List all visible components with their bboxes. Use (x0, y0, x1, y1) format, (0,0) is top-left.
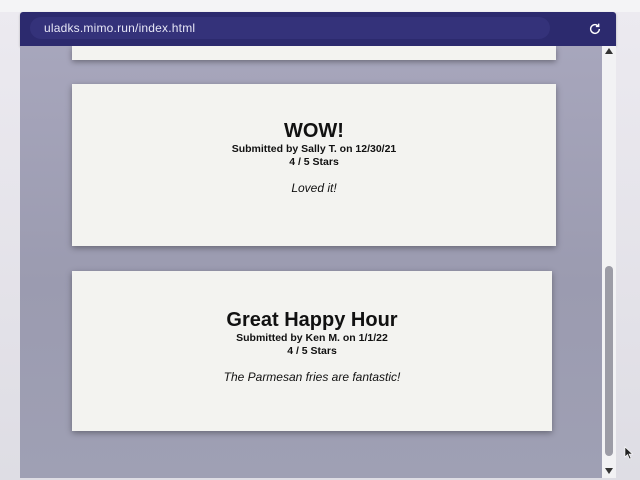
review-card-partial (72, 46, 556, 60)
scroll-up-arrow-icon[interactable] (605, 48, 613, 54)
review-title: WOW! (284, 120, 344, 142)
monitor-top-edge (0, 0, 640, 12)
review-card: Great Happy Hour Submitted by Ken M. on … (72, 271, 552, 431)
browser-address-bar: uladks.mimo.run/index.html (20, 12, 616, 46)
reload-icon[interactable] (586, 20, 604, 38)
review-rating: 4 / 5 Stars (287, 345, 337, 357)
review-title: Great Happy Hour (226, 309, 398, 331)
page-viewport: WOW! Submitted by Sally T. on 12/30/21 4… (20, 46, 610, 478)
review-body: Loved it! (291, 181, 337, 195)
screen: uladks.mimo.run/index.html WOW! Submitte… (0, 0, 640, 480)
vertical-scrollbar[interactable] (602, 46, 616, 478)
review-rating: 4 / 5 Stars (289, 156, 339, 168)
review-author: Submitted by Sally T. on 12/30/21 (231, 143, 397, 155)
url-text: uladks.mimo.run/index.html (44, 21, 196, 35)
url-field[interactable]: uladks.mimo.run/index.html (30, 17, 550, 39)
mouse-cursor-icon (624, 446, 634, 460)
review-body: The Parmesan fries are fantastic! (223, 370, 401, 384)
review-author: Submitted by Ken M. on 1/1/22 (236, 332, 388, 344)
scroll-thumb[interactable] (605, 266, 613, 456)
scroll-down-arrow-icon[interactable] (605, 468, 613, 474)
review-card: WOW! Submitted by Sally T. on 12/30/21 4… (72, 84, 556, 246)
